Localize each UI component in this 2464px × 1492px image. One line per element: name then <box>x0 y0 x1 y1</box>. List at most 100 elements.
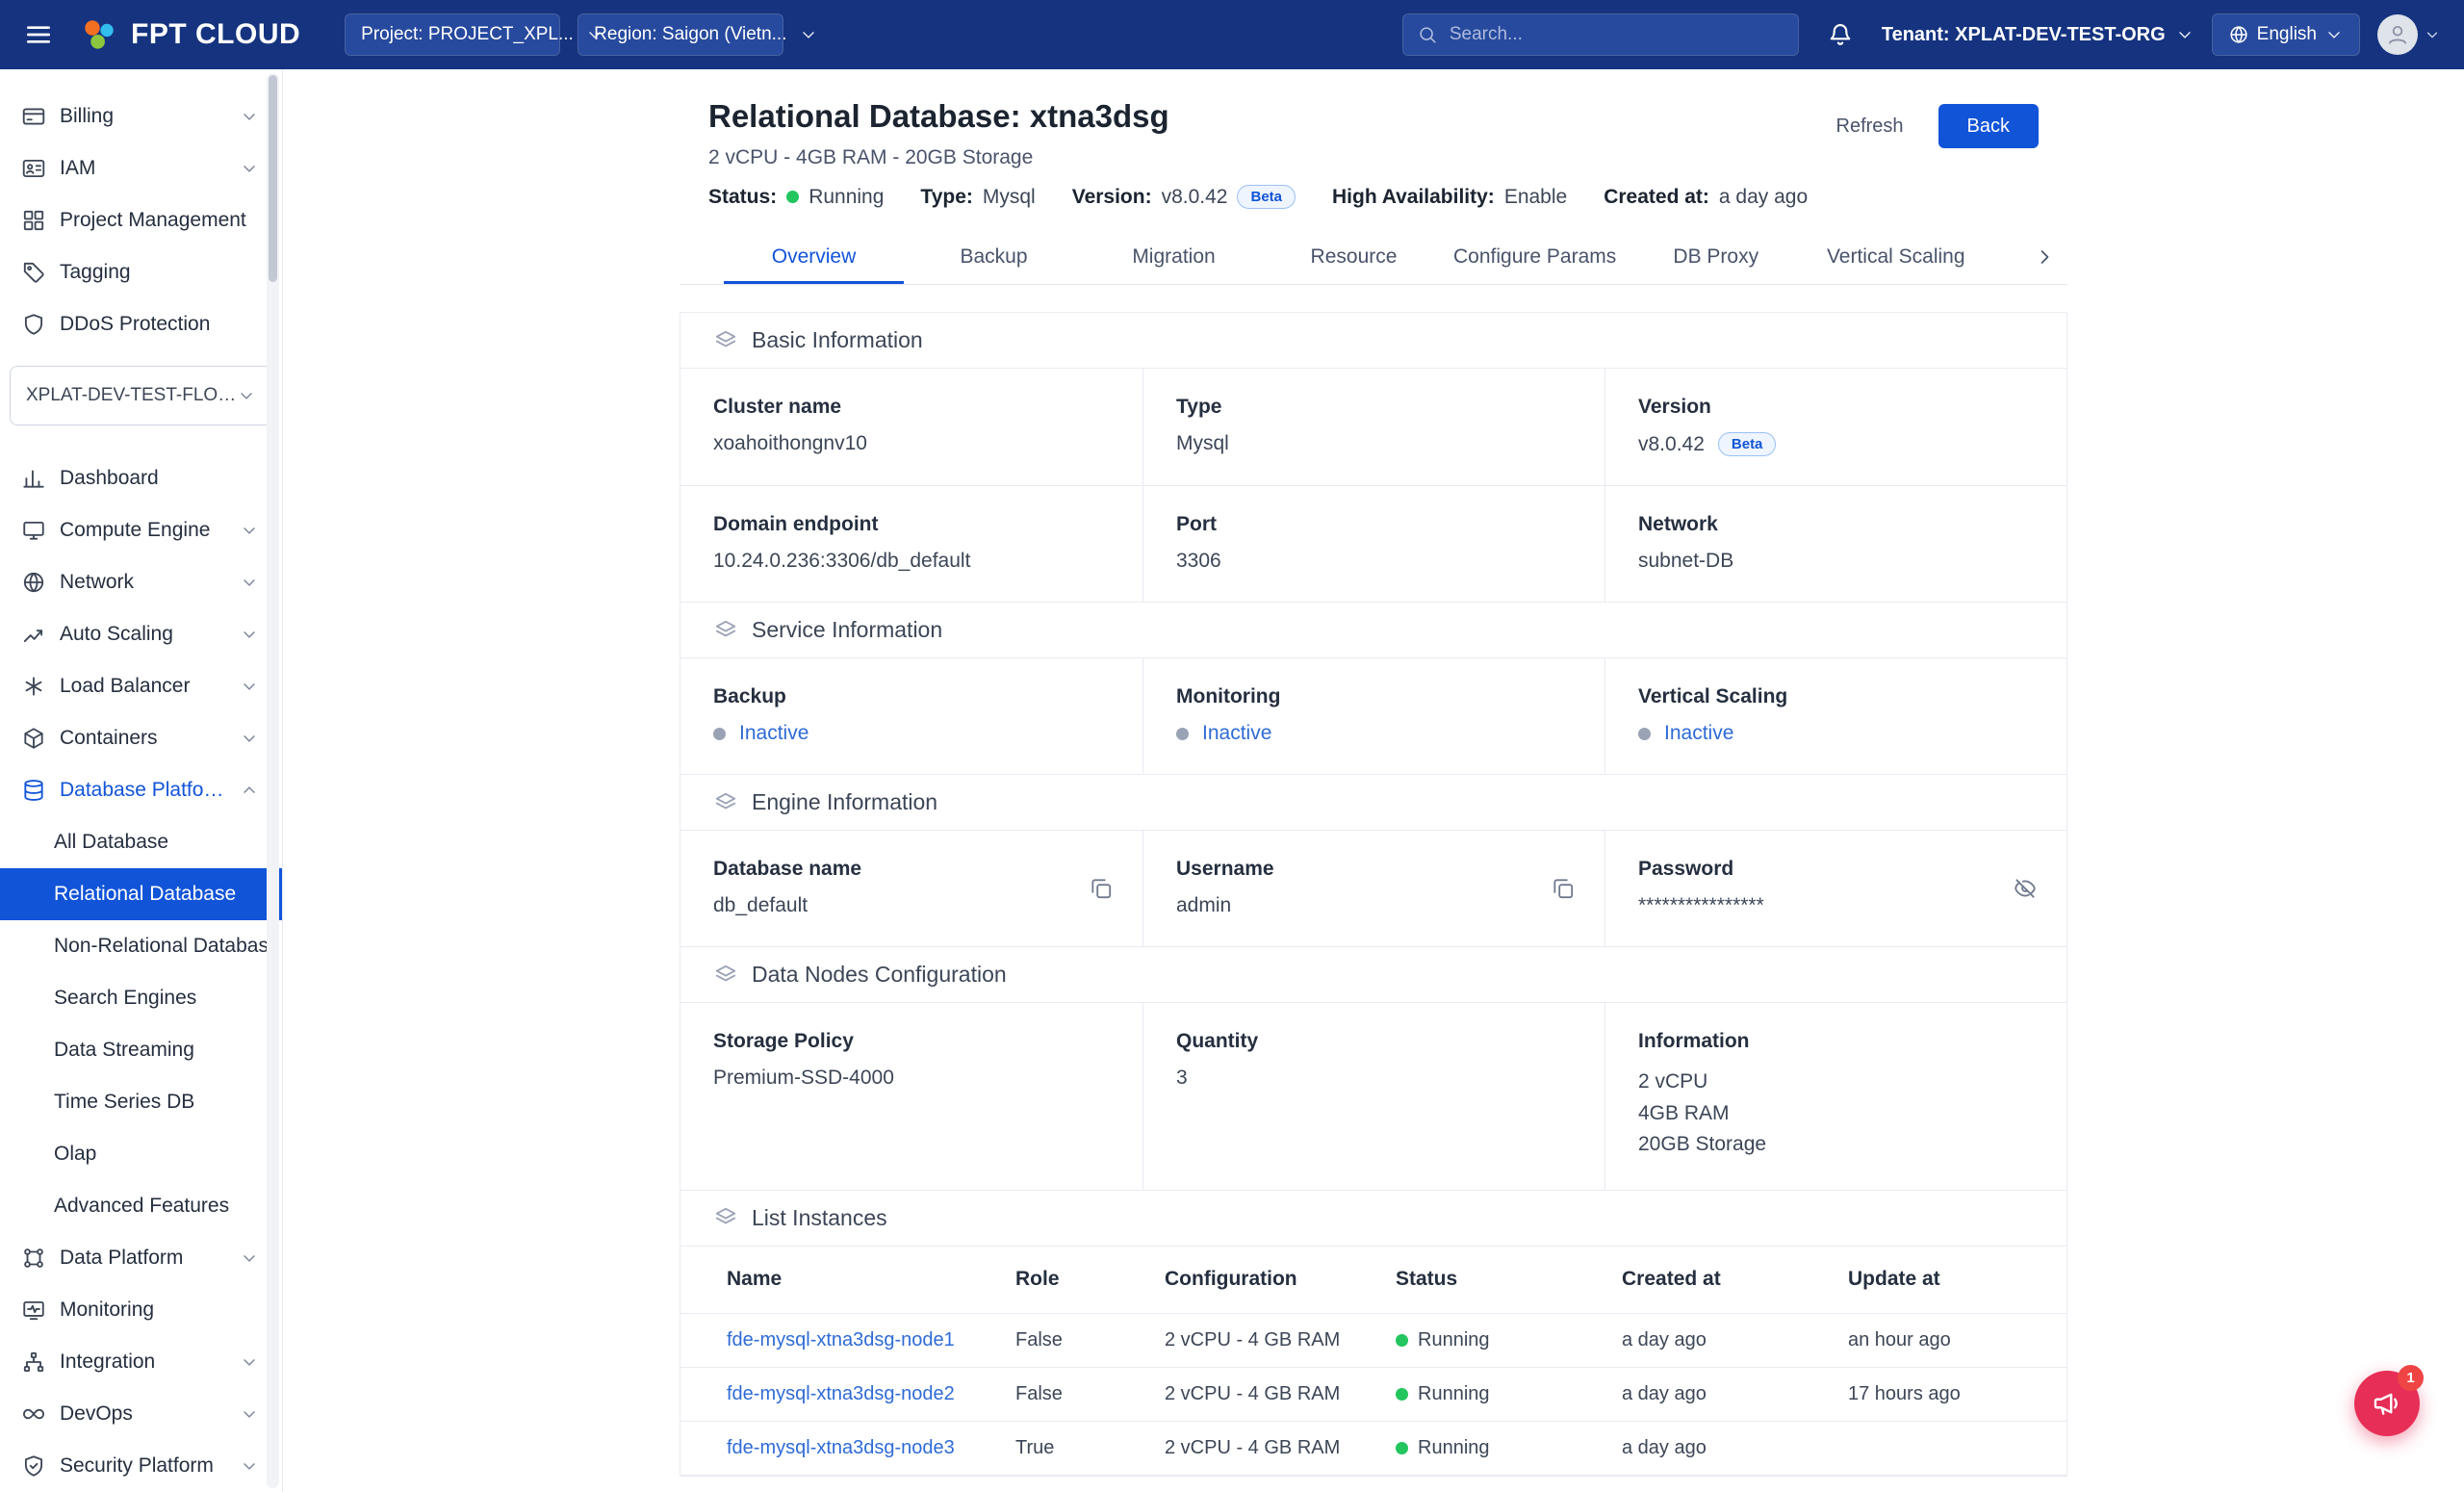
main-content: Relational Database: xtna3dsg 2 vCPU - 4… <box>283 69 2464 1492</box>
sidebar-subitem-data-streaming[interactable]: Data Streaming <box>0 1024 282 1076</box>
fpt-logo-icon <box>79 14 119 55</box>
floor-selector-label: XPLAT-DEV-TEST-FLOOR... <box>26 385 237 406</box>
sidebar-item-label: Security Platform <box>60 1454 226 1478</box>
sidebar-item-project-management[interactable]: Project Management <box>0 194 282 246</box>
chevron-down-icon <box>240 1404 259 1424</box>
tab-resource[interactable]: Resource <box>1264 230 1444 284</box>
sidebar-item-load-balancer[interactable]: Load Balancer <box>0 660 282 712</box>
instance-created-at: a day ago <box>1622 1329 1848 1351</box>
brand-logo[interactable]: FPT CLOUD <box>79 14 300 55</box>
sidebar-subitem-non-relational-database[interactable]: Non-Relational Database <box>0 920 282 972</box>
announcements-fab[interactable]: 1 <box>2354 1371 2420 1436</box>
monitoring-status-link[interactable]: Inactive <box>1202 722 1271 745</box>
user-icon <box>2385 22 2410 47</box>
version-field: Version: v8.0.42 Beta <box>1072 185 1296 209</box>
instance-status: Running <box>1396 1383 1622 1405</box>
tab-db-proxy[interactable]: DB Proxy <box>1626 230 1806 284</box>
back-button[interactable]: Back <box>1938 104 2039 148</box>
version-cell: Version v8.0.42 Beta <box>1604 369 2066 485</box>
sidebar-item-iam[interactable]: IAM <box>0 142 282 194</box>
instance-name-link[interactable]: fde-mysql-xtna3dsg-node3 <box>727 1437 1015 1459</box>
status-field: Status: Running <box>708 186 884 209</box>
tenant-dropdown[interactable]: Tenant: XPLAT-DEV-TEST-ORG <box>1882 24 2194 46</box>
sidebar-subitem-label: Relational Database <box>54 883 236 906</box>
instance-name-link[interactable]: fde-mysql-xtna3dsg-node1 <box>727 1329 1015 1351</box>
section-list-instances: List Instances <box>680 1191 2066 1247</box>
chevron-right-icon <box>2033 245 2056 269</box>
monitor-icon <box>21 518 46 543</box>
sidebar-item-tagging[interactable]: Tagging <box>0 246 282 298</box>
chevron-down-icon <box>240 625 259 644</box>
sidebar-item-database-platform[interactable]: Database Platform <box>0 764 282 816</box>
inactive-dot <box>1176 728 1189 740</box>
tab-migration[interactable]: Migration <box>1084 230 1264 284</box>
tab-vertical-scaling[interactable]: Vertical Scaling <box>1806 230 1986 284</box>
chevron-down-icon <box>799 25 818 44</box>
language-dropdown-label: English <box>2257 24 2317 45</box>
tab-configure-params[interactable]: Configure Params <box>1444 230 1626 284</box>
instance-configuration: 2 vCPU - 4 GB RAM <box>1165 1329 1396 1351</box>
chevron-down-icon <box>240 1248 259 1268</box>
sidebar-item-compute-engine[interactable]: Compute Engine <box>0 504 282 556</box>
sidebar-item-integration[interactable]: Integration <box>0 1336 282 1388</box>
section-engine-information: Engine Information <box>680 775 2066 831</box>
region-dropdown[interactable]: Region: Saigon (Vietn... <box>578 13 783 56</box>
backup-status-link[interactable]: Inactive <box>739 722 808 745</box>
instance-created-at: a day ago <box>1622 1437 1848 1459</box>
password-cell: Password **************** <box>1604 831 2066 946</box>
menu-icon[interactable] <box>23 19 54 50</box>
refresh-button[interactable]: Refresh <box>1815 104 1925 148</box>
sidebar-item-security-platform[interactable]: Security Platform <box>0 1440 282 1492</box>
sidebar-item-ddos-protection[interactable]: DDoS Protection <box>0 298 282 350</box>
sidebar-subitem-advanced-features[interactable]: Advanced Features <box>0 1180 282 1232</box>
sidebar-subitem-time-series-db[interactable]: Time Series DB <box>0 1076 282 1128</box>
sidebar-item-containers[interactable]: Containers <box>0 712 282 764</box>
copy-icon[interactable] <box>1551 876 1576 901</box>
floor-selector-dropdown[interactable]: XPLAT-DEV-TEST-FLOOR... <box>10 366 272 425</box>
instance-configuration: 2 vCPU - 4 GB RAM <box>1165 1437 1396 1459</box>
sidebar-item-dashboard[interactable]: Dashboard <box>0 452 282 504</box>
user-menu[interactable] <box>2377 14 2441 55</box>
inactive-dot <box>1638 728 1651 740</box>
sidebar-item-billing[interactable]: Billing <box>0 90 282 142</box>
chevron-down-icon <box>240 1352 259 1372</box>
sidebar-subitem-olap[interactable]: Olap <box>0 1128 282 1180</box>
sidebar-item-devops[interactable]: DevOps <box>0 1388 282 1440</box>
tab-overview[interactable]: Overview <box>724 230 904 284</box>
sidebar-subitem-label: Non-Relational Database <box>54 935 280 958</box>
instance-name-link[interactable]: fde-mysql-xtna3dsg-node2 <box>727 1383 1015 1405</box>
vertical-scaling-status-link[interactable]: Inactive <box>1664 722 1733 745</box>
copy-icon[interactable] <box>1089 876 1114 901</box>
sidebar-item-label: Data Platform <box>60 1247 226 1270</box>
sidebar-subitem-all-database[interactable]: All Database <box>0 816 282 868</box>
page-title: Relational Database: xtna3dsg <box>708 98 1808 135</box>
sidebar-item-data-platform[interactable]: Data Platform <box>0 1232 282 1284</box>
layers-icon <box>713 1205 738 1230</box>
tabs-scroll-right-button[interactable] <box>2033 230 2056 284</box>
sidebar-item-monitoring[interactable]: Monitoring <box>0 1284 282 1336</box>
tab-backup[interactable]: Backup <box>904 230 1084 284</box>
sidebar-subitem-relational-database[interactable]: Relational Database <box>0 868 282 920</box>
project-dropdown[interactable]: Project: PROJECT_XPL... <box>345 13 560 56</box>
database-name-cell: Database name db_default <box>680 831 1142 946</box>
nodes-grid-icon <box>21 1246 46 1271</box>
beta-badge: Beta <box>1237 185 1296 209</box>
column-header-status: Status <box>1396 1268 1622 1291</box>
sidebar-subitem-search-engines[interactable]: Search Engines <box>0 972 282 1024</box>
sidebar-item-auto-scaling[interactable]: Auto Scaling <box>0 608 282 660</box>
project-dropdown-label: Project: PROJECT_XPL... <box>361 24 574 45</box>
sidebar-scrollbar-thumb[interactable] <box>269 75 277 282</box>
sidebar-item-network[interactable]: Network <box>0 556 282 608</box>
table-row: fde-mysql-xtna3dsg-node3 True 2 vCPU - 4… <box>680 1422 2066 1476</box>
quantity-cell: Quantity 3 <box>1142 1003 1604 1190</box>
created-at-field: Created at: a day ago <box>1604 186 1808 209</box>
globe-icon <box>21 570 46 595</box>
sidebar-item-label: Monitoring <box>60 1299 259 1322</box>
sidebar-item-label: Dashboard <box>60 467 259 490</box>
box-icon <box>21 726 46 751</box>
language-dropdown[interactable]: English <box>2212 13 2360 56</box>
sidebar-scrollbar-track <box>267 73 279 1488</box>
notifications-bell-icon[interactable] <box>1826 20 1855 49</box>
search-input[interactable] <box>1450 24 1784 45</box>
eye-off-icon[interactable] <box>2013 876 2038 901</box>
